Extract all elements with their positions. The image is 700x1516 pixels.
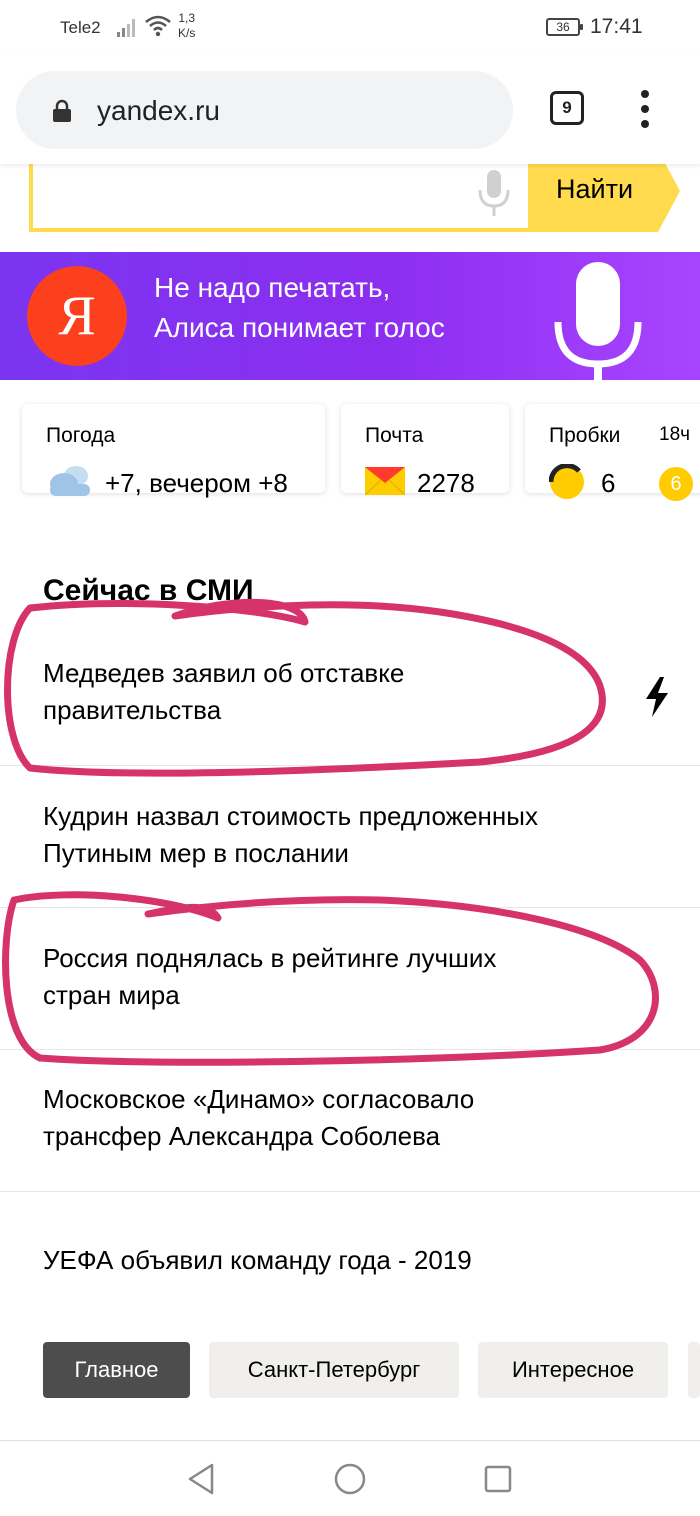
traffic-forecast-badge: 6 xyxy=(659,467,693,501)
lock-icon xyxy=(53,99,71,122)
traffic-widget[interactable]: Пробки 6 18ч 6 xyxy=(525,404,700,501)
microphone-icon[interactable] xyxy=(474,168,514,218)
url-text: yandex.ru xyxy=(97,95,220,126)
envelope-icon xyxy=(365,467,405,495)
clock: 17:41 xyxy=(590,15,643,38)
tab-saint-petersburg[interactable]: Санкт-Петербург xyxy=(209,1342,459,1398)
back-icon[interactable] xyxy=(186,1463,216,1495)
news-item[interactable]: Московское «Динамо» согласовало трансфер… xyxy=(0,1050,700,1192)
traffic-title: Пробки xyxy=(549,424,621,447)
news-item[interactable]: Кудрин назвал стоимость предложенных Пут… xyxy=(0,766,700,908)
news-item-text: Московское «Динамо» согласовало трансфер… xyxy=(43,1084,475,1151)
search-button-label: Найти xyxy=(556,174,634,204)
lightning-icon xyxy=(646,677,668,717)
tab-interesting[interactable]: Интересное xyxy=(478,1342,668,1398)
network-speed: 1,3 K/s xyxy=(178,11,196,40)
news-heading: Сейчас в СМИ xyxy=(43,574,254,607)
status-bar: Tele2 1,3 K/s 36 17:41 xyxy=(0,0,700,56)
news-item-text: Медведев заявил об отставке правительств… xyxy=(43,658,405,725)
battery-icon: 36 xyxy=(546,18,583,36)
news-item[interactable]: Медведев заявил об отставке правительств… xyxy=(0,622,700,766)
tab-more[interactable] xyxy=(688,1342,700,1398)
news-item[interactable]: УЕФА объявил команду года - 2019 xyxy=(0,1192,700,1320)
mail-widget[interactable]: Почта 2278 xyxy=(341,404,509,498)
tab-main[interactable]: Главное xyxy=(43,1342,190,1398)
alice-banner-text: Не надо печатать, Алиса понимает голос xyxy=(154,272,445,343)
news-item-text: Россия поднялась в рейтинге лучших стран… xyxy=(43,943,497,1010)
weather-value: +7, вечером +8 xyxy=(105,468,288,498)
weather-title: Погода xyxy=(46,424,116,447)
address-bar[interactable]: yandex.ru xyxy=(16,71,513,149)
recent-apps-icon[interactable] xyxy=(484,1465,512,1493)
tab-switcher-button[interactable]: 9 xyxy=(550,91,584,125)
news-item[interactable]: Россия поднялась в рейтинге лучших стран… xyxy=(0,908,700,1050)
menu-icon[interactable] xyxy=(630,90,660,130)
home-icon[interactable] xyxy=(334,1463,366,1495)
microphone-icon xyxy=(554,262,642,380)
weather-widget[interactable]: Погода +7, вечером +8 xyxy=(22,404,325,498)
traffic-score: 6 xyxy=(601,468,616,498)
carrier-name: Tele2 xyxy=(60,18,101,37)
yandex-logo: Я xyxy=(27,266,127,366)
mail-count: 2278 xyxy=(417,468,475,498)
system-navigation-bar xyxy=(0,1440,700,1516)
cloud-icon xyxy=(50,466,90,496)
signal-icon xyxy=(117,19,135,37)
browser-toolbar: yandex.ru 9 xyxy=(0,56,700,164)
mail-title: Почта xyxy=(365,424,424,447)
wifi-icon xyxy=(145,15,171,37)
news-item-text: УЕФА объявил команду года - 2019 xyxy=(43,1245,472,1275)
traffic-forecast-time: 18ч xyxy=(659,424,691,445)
news-item-text: Кудрин назвал стоимость предложенных Пут… xyxy=(43,801,538,868)
alice-banner[interactable]: Я Не надо печатать, Алиса понимает голос xyxy=(0,252,700,380)
traffic-light-icon xyxy=(549,464,584,499)
